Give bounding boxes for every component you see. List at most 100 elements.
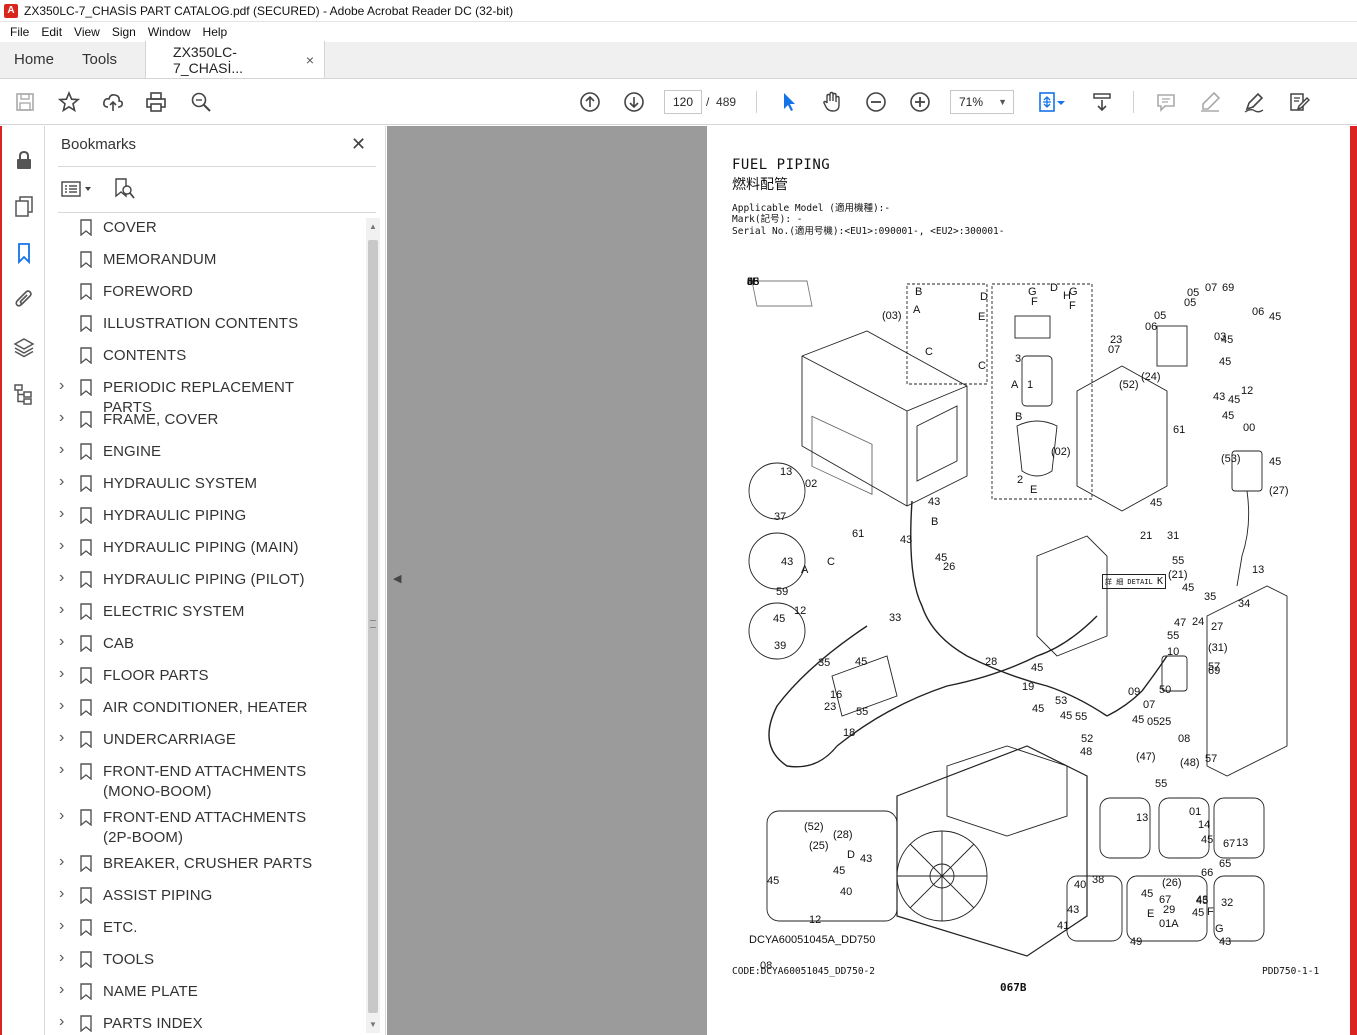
scroll-mode-icon[interactable] <box>1089 89 1115 115</box>
bookmark-item[interactable]: › HYDRAULIC PIPING (PILOT) <box>46 569 366 590</box>
bookmark-item[interactable]: › AIR CONDITIONER, HEATER <box>46 697 366 718</box>
bookmark-item[interactable]: › FLOOR PARTS <box>46 665 366 686</box>
structure-icon[interactable] <box>12 382 36 406</box>
bookmarks-scrollbar[interactable]: ▲ ▼ <box>366 218 380 1033</box>
fit-chevron-down-icon[interactable] <box>1054 89 1068 115</box>
options-list-icon <box>61 181 91 197</box>
scroll-down-icon[interactable]: ▼ <box>369 1020 377 1029</box>
star-icon[interactable] <box>56 89 82 115</box>
detail-bubble-e <box>1099 797 1151 859</box>
menu-edit[interactable]: Edit <box>35 25 68 39</box>
bookmark-item[interactable]: MEMORANDUM <box>46 250 366 270</box>
lock-icon[interactable] <box>12 148 36 172</box>
bookmark-item[interactable]: › PARTS INDEX <box>46 1013 366 1034</box>
scroll-up-icon[interactable]: ▲ <box>369 222 377 231</box>
bookmark-item[interactable]: › NAME PLATE <box>46 981 366 1002</box>
chevron-right-icon[interactable]: › <box>59 853 71 871</box>
tab-close-icon[interactable]: × <box>306 52 314 68</box>
chevron-right-icon[interactable]: › <box>59 633 71 651</box>
chevron-right-icon[interactable]: › <box>59 409 71 427</box>
chevron-right-icon[interactable]: › <box>59 441 71 459</box>
highlight-icon[interactable] <box>1197 89 1223 115</box>
chevron-right-icon[interactable]: › <box>59 665 71 683</box>
close-icon[interactable]: ✕ <box>351 134 366 155</box>
part-callout: D <box>1050 282 1058 294</box>
chevron-right-icon[interactable]: › <box>59 473 71 491</box>
scrollbar-thumb[interactable] <box>368 240 378 1013</box>
bookmark-item[interactable]: › UNDERCARRIAGE <box>46 729 366 750</box>
document-viewer[interactable]: ◀ FUEL PIPING 燃料配管 Applicable Model (適用機… <box>387 126 1357 1035</box>
bookmark-label: ASSIST PIPING <box>103 887 213 904</box>
bookmark-item[interactable]: COVER <box>46 218 366 238</box>
chevron-right-icon[interactable]: › <box>59 601 71 619</box>
bookmark-item[interactable]: › ETC. <box>46 917 366 938</box>
bookmark-item[interactable]: ILLUSTRATION CONTENTS <box>46 314 366 334</box>
tab-tools[interactable]: Tools <box>68 41 131 78</box>
tab-document[interactable]: ZX350LC-7_CHASİ... × <box>145 41 326 78</box>
chevron-right-icon[interactable]: › <box>59 537 71 555</box>
comment-icon[interactable] <box>1153 89 1179 115</box>
menu-window[interactable]: Window <box>142 25 197 39</box>
bookmark-item[interactable]: › HYDRAULIC SYSTEM <box>46 473 366 494</box>
chevron-right-icon[interactable]: › <box>59 949 71 967</box>
sign-icon[interactable] <box>1241 89 1267 115</box>
bookmark-item[interactable]: FOREWORD <box>46 282 366 302</box>
hand-icon[interactable] <box>819 89 845 115</box>
chevron-right-icon[interactable]: › <box>59 917 71 935</box>
zoom-select[interactable]: 71% ▼ <box>950 90 1014 114</box>
save-icon[interactable] <box>12 89 38 115</box>
part-callout: 10 <box>1167 646 1180 658</box>
page-down-icon[interactable] <box>621 89 647 115</box>
bookmark-item[interactable]: › ENGINE <box>46 441 366 462</box>
part-callout: 61 <box>1173 424 1186 436</box>
chevron-right-icon[interactable]: › <box>59 697 71 715</box>
chevron-right-icon[interactable]: › <box>59 377 71 395</box>
bookmark-item[interactable]: › FRAME, COVER <box>46 409 366 430</box>
zoom-out-icon[interactable] <box>863 89 889 115</box>
menu-view[interactable]: View <box>68 25 106 39</box>
part-callout: 07 <box>1108 344 1121 356</box>
zoom-in-icon[interactable] <box>907 89 933 115</box>
pointer-icon[interactable] <box>776 89 802 115</box>
bookmark-item[interactable]: › HYDRAULIC PIPING (MAIN) <box>46 537 366 558</box>
bookmark-options-button[interactable] <box>61 178 95 200</box>
collapse-panel-icon[interactable]: ◀ <box>393 572 401 585</box>
page-up-icon[interactable] <box>577 89 603 115</box>
bookmark-item[interactable]: › TOOLS <box>46 949 366 970</box>
find-bookmark-button[interactable] <box>112 178 136 200</box>
total-pages: 489 <box>716 95 737 109</box>
chevron-right-icon[interactable]: › <box>59 1013 71 1031</box>
attachment-icon[interactable] <box>12 287 36 311</box>
print-icon[interactable] <box>143 89 169 115</box>
bookmark-item[interactable]: › FRONT-END ATTACHMENTS (MONO-BOOM) <box>46 761 366 802</box>
bookmark-item[interactable]: › HYDRAULIC PIPING <box>46 505 366 526</box>
menu-help[interactable]: Help <box>197 25 234 39</box>
bookmark-item[interactable]: CONTENTS <box>46 346 366 366</box>
bookmark-item[interactable]: › FRONT-END ATTACHMENTS (2P-BOOM) <box>46 807 366 848</box>
chevron-right-icon[interactable]: › <box>59 505 71 523</box>
tab-home[interactable]: Home <box>0 41 68 78</box>
chevron-right-icon[interactable]: › <box>59 885 71 903</box>
chevron-right-icon[interactable]: › <box>59 761 71 779</box>
chevron-right-icon[interactable]: › <box>59 981 71 999</box>
bookmark-item[interactable]: › ASSIST PIPING <box>46 885 366 906</box>
bookmark-item[interactable]: › CAB <box>46 633 366 654</box>
pages-icon[interactable] <box>12 194 36 218</box>
current-page-input[interactable]: 120 <box>664 90 702 114</box>
fill-sign-icon[interactable] <box>1286 89 1312 115</box>
bookmark-item[interactable]: › BREAKER, CRUSHER PARTS <box>46 853 366 874</box>
menu-sign[interactable]: Sign <box>106 25 142 39</box>
menu-file[interactable]: File <box>4 25 35 39</box>
part-callout: 01 <box>1189 806 1202 818</box>
bookmark-flag-icon <box>80 919 92 936</box>
chevron-right-icon[interactable]: › <box>59 569 71 587</box>
bookmark-item[interactable]: › ELECTRIC SYSTEM <box>46 601 366 622</box>
fan-blades <box>897 831 987 921</box>
chevron-right-icon[interactable]: › <box>59 807 71 825</box>
layers-icon[interactable] <box>12 335 36 359</box>
search-icon[interactable] <box>188 89 214 115</box>
part-callout: 45 <box>1219 356 1232 368</box>
bookmark-icon[interactable] <box>12 241 36 265</box>
upload-icon[interactable] <box>100 89 126 115</box>
chevron-right-icon[interactable]: › <box>59 729 71 747</box>
